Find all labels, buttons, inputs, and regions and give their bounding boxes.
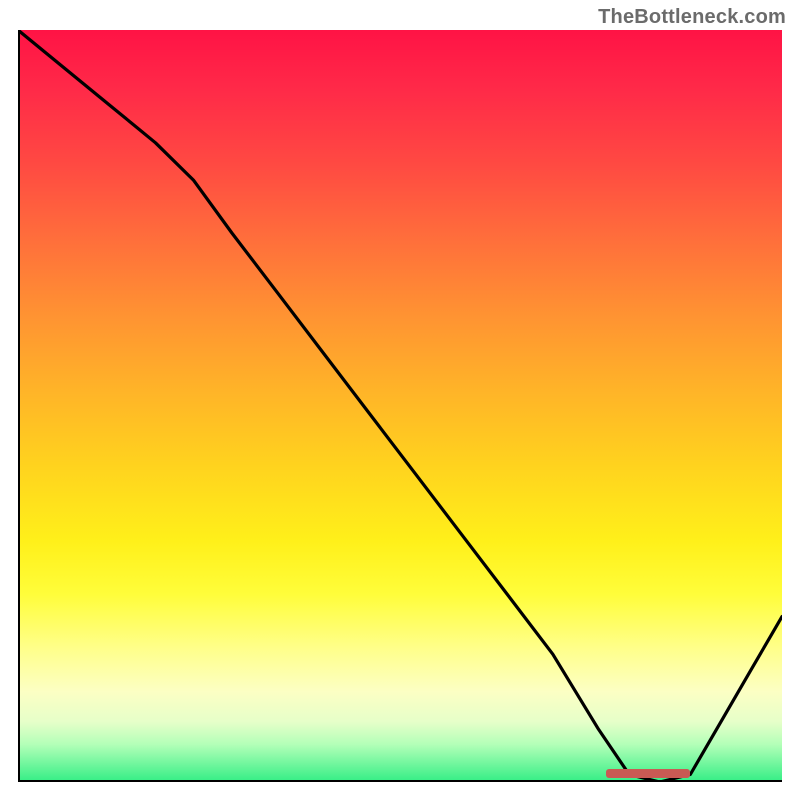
watermark-text: TheBottleneck.com [598,6,786,29]
bottleneck-curve [18,30,782,782]
chart-stage: TheBottleneck.com [0,0,800,800]
y-axis [18,30,20,782]
trough-marker [606,769,690,778]
curve-layer [18,30,782,782]
x-axis [18,780,782,782]
